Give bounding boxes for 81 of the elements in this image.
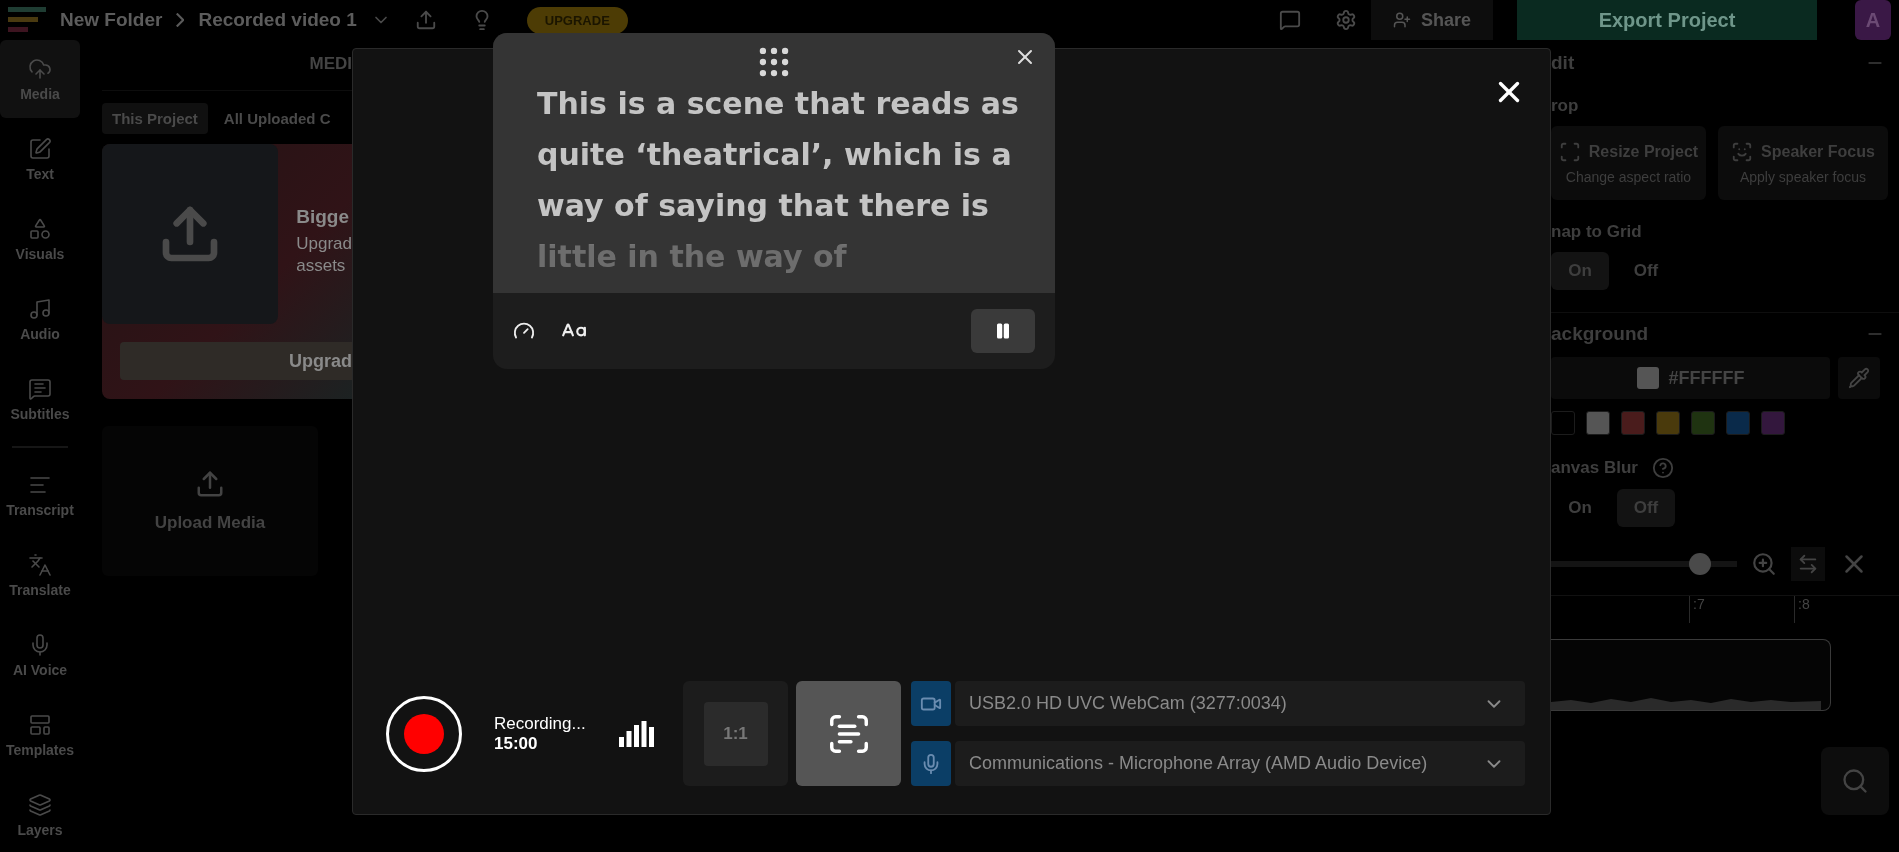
breadcrumb-link[interactable]: New Folder [60,9,163,31]
teleprompter-button[interactable] [796,681,901,786]
device-select[interactable]: USB2.0 HD UVC WebCam (3277:0034) [955,681,1525,726]
layers-icon [28,792,52,817]
device-select[interactable]: Communications - Microphone Array (AMD Audio Device) [955,741,1525,786]
comment-button[interactable] [1278,9,1301,31]
eyedropper-icon [1848,367,1870,389]
zoom-in-icon[interactable] [1751,551,1777,577]
face-frame-icon [1731,141,1754,163]
upload-media-button[interactable]: Upload Media [102,426,318,576]
promo-title: Bigge [296,206,350,228]
music-note-icon [28,296,52,321]
pause-button[interactable] [971,309,1035,353]
recording-time: 15:00 [494,733,539,754]
color-swatch[interactable] [1656,411,1680,435]
record-button[interactable] [386,695,462,772]
section-title: dit [1551,52,1575,74]
promo-text: Upgrad [296,234,352,254]
color-swatch[interactable] [1726,411,1750,435]
search-icon [1841,767,1869,795]
settings-icon [1334,9,1357,31]
panel-title: MEDI [308,53,352,75]
add-user-icon [1392,11,1411,29]
toggle-option[interactable]: On [1551,489,1609,527]
color-swatch[interactable] [1551,411,1575,435]
sidebar-item[interactable]: Transcript [0,456,80,534]
upgrade-button[interactable]: Upgrad [120,342,352,380]
sidebar-item[interactable]: Translate [0,536,80,614]
field-label: nap to Grid [1551,222,1643,242]
color-swatch[interactable] [1691,411,1715,435]
video-camera-icon [911,681,951,726]
share-button[interactable]: Share [1370,0,1493,40]
microphone-icon [911,741,951,786]
audio-level-icon [619,720,655,747]
chevron-right-icon [176,13,185,27]
swap-button[interactable] [1791,547,1825,581]
slider-thumb[interactable] [1688,553,1711,575]
field-label: rop [1551,96,1580,116]
tab[interactable]: All Uploaded C [213,103,341,134]
teleprompter-text: This is a scene that reads as quite ‘theatrical’, which is a way of saying that there is little in the way of [537,85,1020,276]
aspect-ratio-button[interactable]: 1:1 [703,701,768,766]
pause-icon [994,322,1012,340]
translate-icon [28,552,52,577]
recording-status: Recording... [494,713,587,734]
tab[interactable]: This Project [102,103,208,134]
color-swatch[interactable] [1586,411,1610,435]
pencil-square-icon [28,136,52,161]
upload-button[interactable] [414,9,437,31]
sidebar-item[interactable]: Subtitles [0,360,80,438]
sidebar-item[interactable]: Audio [0,280,80,358]
search-button[interactable] [1821,747,1889,815]
color-field[interactable]: #FFFFFF [1551,357,1830,399]
eyedropper-button[interactable] [1838,357,1880,399]
timeline-tick: :8 [1794,596,1899,623]
upload-icon [414,9,437,31]
upload-icon [195,469,225,499]
logo-icon [8,7,46,33]
layout-icon [28,712,52,737]
toggle-option[interactable]: Off [1617,252,1675,290]
sidebar-item[interactable]: Visuals [0,200,80,278]
sidebar-item[interactable]: Media [0,40,80,118]
promo-text: assets [296,256,347,276]
sidebar-item[interactable]: AI Voice [0,616,80,694]
swap-arrows-icon [1797,553,1819,575]
section-title: ackground [1551,323,1649,345]
sidebar-item[interactable]: Layers [0,776,80,852]
field-label: anvas Blur [1551,457,1899,479]
sidebar-item[interactable]: Text [0,120,80,198]
comment-icon [1278,9,1301,31]
color-swatch[interactable] [1621,411,1645,435]
settings-button[interactable] [1334,9,1357,31]
speech-bubble-icon [28,376,52,401]
shapes-icon [28,216,52,241]
project-title[interactable]: Recorded video 1 [198,9,357,31]
color-swatch[interactable] [1761,411,1785,435]
resize-frame-icon [1558,141,1581,163]
sidebar-item[interactable]: Templates [0,696,80,774]
timeline-tick: :7 [1689,596,1794,623]
cloud-upload-icon [28,56,52,81]
help-icon [1651,457,1674,479]
export-button[interactable]: Export Project [1517,0,1817,40]
